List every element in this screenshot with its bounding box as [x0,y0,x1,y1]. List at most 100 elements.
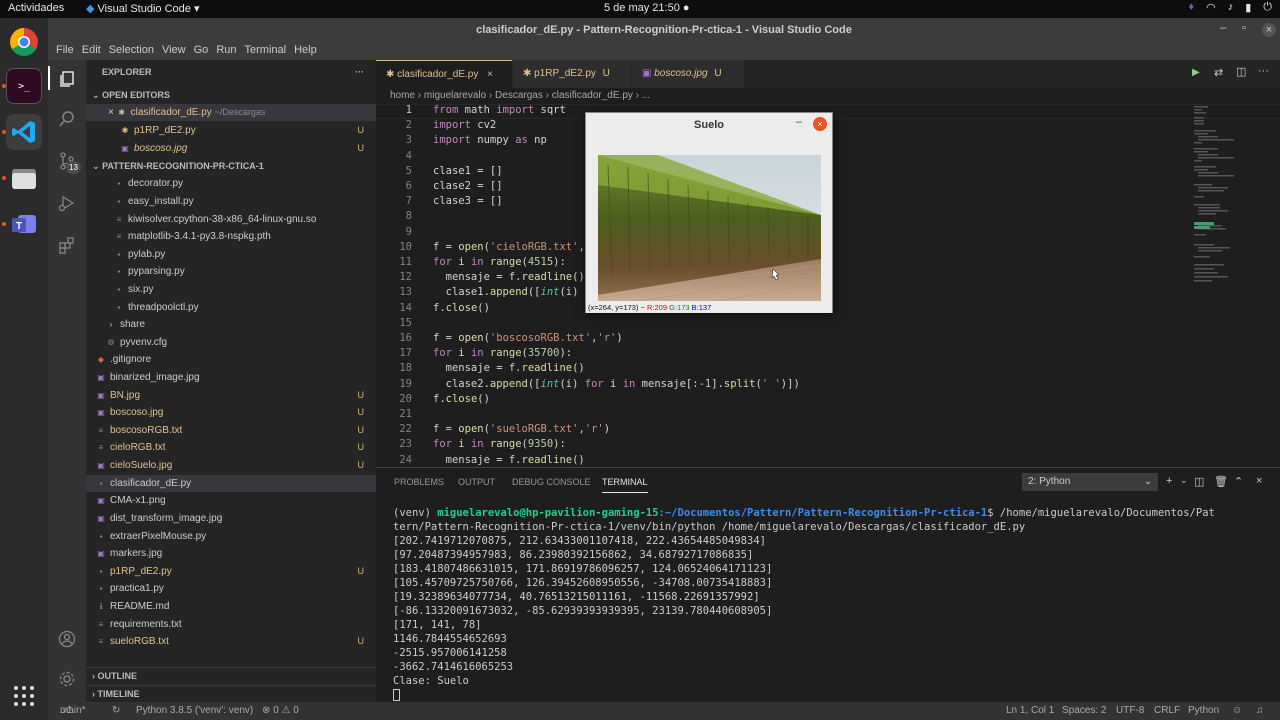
file-item[interactable]: ◆ .gitignore [86,351,376,368]
file-item-selected[interactable]: ▪ clasificador_dE.py [86,475,376,492]
open-editor-item[interactable]: × ✱ clasificador_dE.py ~/Descargas [86,104,376,121]
open-editor-item[interactable]: ✱ p1RP_dE2.py U [86,122,376,139]
menu-file[interactable]: File [52,42,78,60]
menu-go[interactable]: Go [190,42,213,60]
volume-icon[interactable]: ♪ [1228,1,1234,14]
new-terminal-icon[interactable]: + [1166,475,1172,487]
system-tray[interactable]: ♦ ◠ ♪ ▮ ⏻ [1189,1,1273,14]
file-item[interactable]: ≡ cieloRGB.txt U [86,439,376,456]
run-debug-icon[interactable] [56,192,78,214]
folder-section[interactable]: ⌄ PATTERN-RECOGNITION-PR-CTICA-1 [86,158,376,175]
tab-problems[interactable]: PROBLEMS [394,477,444,487]
maximize-panel-icon[interactable]: ⌃ [1234,475,1243,488]
tab-boscoso[interactable]: ▣ boscoso.jpg U [632,60,744,88]
close-panel-icon[interactable]: × [1256,475,1262,487]
file-item[interactable]: ≡ requirements.txt [86,616,376,633]
field-photo[interactable] [598,155,821,301]
folder-item[interactable]: › share [86,316,376,333]
file-item[interactable]: ▪ six.py [86,281,376,298]
file-item[interactable]: ≡ matplotlib-3.4.1-py3.8-nspkg.pth [86,228,376,245]
minimize-button[interactable]: – [1220,22,1226,34]
outline-section[interactable]: › OUTLINE [86,667,376,684]
open-editor-item[interactable]: ▣ boscoso.jpg U [86,140,376,157]
close-button[interactable]: × [1262,23,1276,37]
clock[interactable]: 5 de may 21:50 ● [604,2,690,14]
menu-run[interactable]: Run [212,42,240,60]
maximize-button[interactable]: ▫ [1242,22,1246,34]
close-button[interactable]: × [813,117,827,131]
tab-debug-console[interactable]: DEBUG CONSOLE [512,477,591,487]
open-editors-section[interactable]: ⌄ OPEN EDITORS [86,87,376,104]
problems-indicator[interactable]: ⊗ 0 ⚠ 0 [262,702,299,720]
gear-icon[interactable] [56,668,78,690]
breadcrumb[interactable]: home › miguelarevalo › Descargas › clasi… [376,88,1280,104]
menu-view[interactable]: View [158,42,190,60]
cursor-position[interactable]: Ln 1, Col 1 [1006,702,1054,720]
sync-icon[interactable]: ↻ [112,702,120,720]
menu-terminal[interactable]: Terminal [241,42,291,60]
indentation[interactable]: Spaces: 2 [1062,702,1106,720]
file-item[interactable]: ▪ easy_install.py [86,193,376,210]
file-item[interactable]: ▣ BN.jpg U [86,387,376,404]
compare-icon[interactable]: ⇄ [1214,66,1223,79]
terminal-output[interactable]: (venv) miguelarevalo@hp-pavilion-gaming-… [393,506,1273,702]
file-item[interactable]: ▣ markers.jpg [86,545,376,562]
app-menu[interactable]: ◆ Visual Studio Code ▾ [86,2,200,15]
tab-output[interactable]: OUTPUT [458,477,495,487]
wifi-icon[interactable]: ◠ [1206,1,1216,14]
file-item[interactable]: ▣ boscoso.jpg U [86,404,376,421]
explorer-icon[interactable] [56,68,78,90]
more-actions-icon[interactable]: ··· [1258,65,1269,77]
run-file-icon[interactable]: ▶ [1192,67,1200,78]
trash-icon[interactable]: 🗑 [1214,475,1228,488]
file-item[interactable]: ⚙ pyvenv.cfg [86,334,376,351]
teams-icon[interactable]: T [6,206,42,242]
language-mode[interactable]: Python [1188,702,1219,720]
timeline-section[interactable]: › TIMELINE [86,685,376,702]
file-item[interactable]: ▣ binarized_image.jpg [86,369,376,386]
terminal-icon[interactable]: >_ [6,68,42,104]
file-item[interactable]: ≡ boscosoRGB.txt U [86,422,376,439]
chevron-down-icon[interactable]: ⌄ [1180,475,1188,486]
file-item[interactable]: ▣ dist_transform_image.jpg [86,510,376,527]
split-terminal-icon[interactable]: ◫ [1194,475,1204,488]
menu-edit[interactable]: Edit [78,42,105,60]
python-interpreter[interactable]: Python 3.8.5 ('venv': venv) [136,702,253,720]
file-item[interactable]: ▪ p1RP_dE2.py U [86,563,376,580]
file-item[interactable]: ℹ README.md [86,598,376,615]
more-actions-icon[interactable]: ··· [355,64,364,81]
file-item[interactable]: ▪ pylab.py [86,246,376,263]
file-item[interactable]: ▣ cieloSuelo.jpg U [86,457,376,474]
file-item[interactable]: ≡ sueloRGB.txt U [86,633,376,650]
activities-button[interactable]: Actividades [8,2,64,14]
file-item[interactable]: ▪ extraerPixelMouse.py [86,528,376,545]
file-item[interactable]: ▪ practica1.py [86,580,376,597]
end-of-line[interactable]: CRLF [1154,702,1180,720]
extensions-icon[interactable] [56,234,78,256]
files-icon[interactable] [6,160,42,196]
battery-icon[interactable]: ▮ [1245,1,1251,14]
menu-selection[interactable]: Selection [105,42,158,60]
account-icon[interactable] [56,628,78,650]
chrome-icon[interactable] [6,24,42,60]
tab-p1rp[interactable]: ✱ p1RP_dE2.py U [513,60,631,88]
vscode-icon[interactable] [6,114,42,150]
teams-tray-icon[interactable]: ♦ [1189,1,1195,14]
minimize-button[interactable]: – [796,116,802,128]
tab-close-icon[interactable]: × [487,69,493,80]
split-editor-icon[interactable]: ◫ [1236,65,1246,78]
image-viewer-window[interactable]: Suelo – × (x=264, y=173) ~ R:209 G:173 B… [585,112,833,313]
file-item[interactable]: ≡ kiwisolver.cpython-38-x86_64-linux-gnu.… [86,211,376,228]
tab-terminal[interactable]: TERMINAL [602,477,648,493]
search-icon[interactable] [56,108,78,130]
file-item[interactable]: ▪ decorator.py [86,175,376,192]
menu-help[interactable]: Help [290,42,321,60]
file-item[interactable]: ▣ CMA-x1.png [86,492,376,509]
tab-clasificador[interactable]: ✱ clasificador_dE.py × [376,60,512,88]
power-icon[interactable]: ⏻ [1263,1,1272,14]
minimap[interactable] [1190,104,1270,304]
show-apps-icon[interactable] [6,678,42,714]
encoding[interactable]: UTF-8 [1116,702,1144,720]
bell-icon[interactable]: ♫ [1256,702,1264,720]
terminal-select[interactable]: 2: Python ⌄ [1022,473,1158,491]
